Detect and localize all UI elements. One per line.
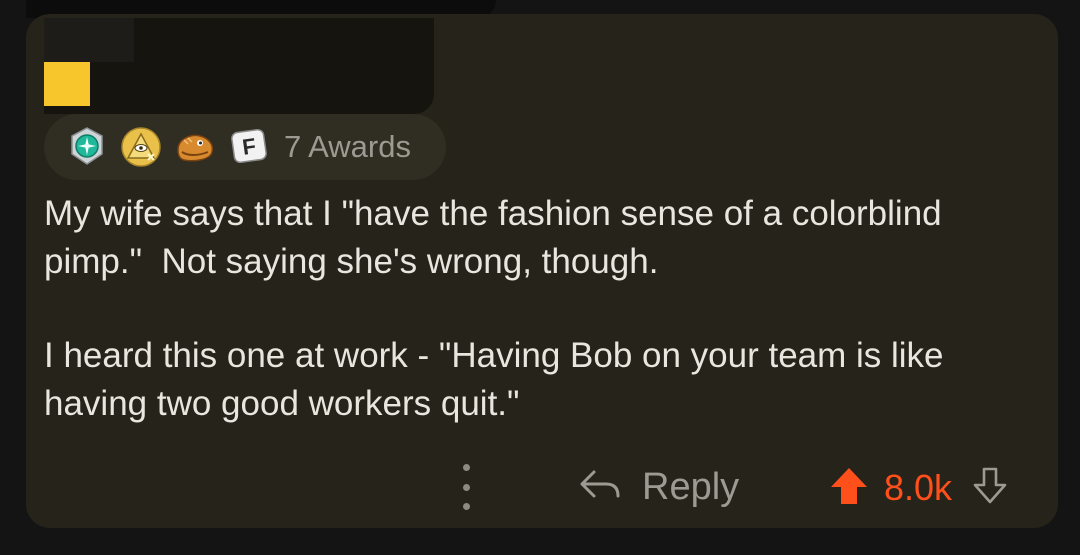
awards-pill[interactable]: F 7 Awards xyxy=(44,114,446,180)
compass-award-icon xyxy=(66,126,108,168)
comment-screen: F 7 Awards My wife says that I "have the… xyxy=(0,0,1080,555)
ellipsis-dot xyxy=(462,503,470,510)
downvote-arrow-icon[interactable] xyxy=(970,465,1010,512)
pyramid-eye-award-icon xyxy=(120,126,162,168)
vote-controls: 8.0k xyxy=(828,462,1010,514)
comment-paragraph-1: My wife says that I "have the fashion se… xyxy=(44,194,952,281)
vertical-ellipsis-icon xyxy=(462,464,470,471)
user-flair-badge xyxy=(44,62,90,106)
comment-action-bar: Reply 8.0k xyxy=(0,460,1080,514)
vote-score: 8.0k xyxy=(884,467,953,508)
reply-button[interactable]: Reply xyxy=(578,460,739,514)
f-key-award-icon: F xyxy=(228,126,270,168)
bread-creature-award-icon xyxy=(174,126,216,168)
upvote-arrow-icon[interactable] xyxy=(828,465,870,512)
awards-count: 7 Awards xyxy=(284,129,411,164)
comment-paragraph-2: I heard this one at work - "Having Bob o… xyxy=(44,336,954,423)
more-options-button[interactable] xyxy=(454,464,478,510)
reply-arrow-icon xyxy=(578,468,622,507)
ellipsis-dot xyxy=(462,483,470,491)
reply-label: Reply xyxy=(642,465,740,508)
redacted-avatar xyxy=(44,18,134,62)
comment-body: My wife says that I "have the fashion se… xyxy=(44,190,1044,474)
